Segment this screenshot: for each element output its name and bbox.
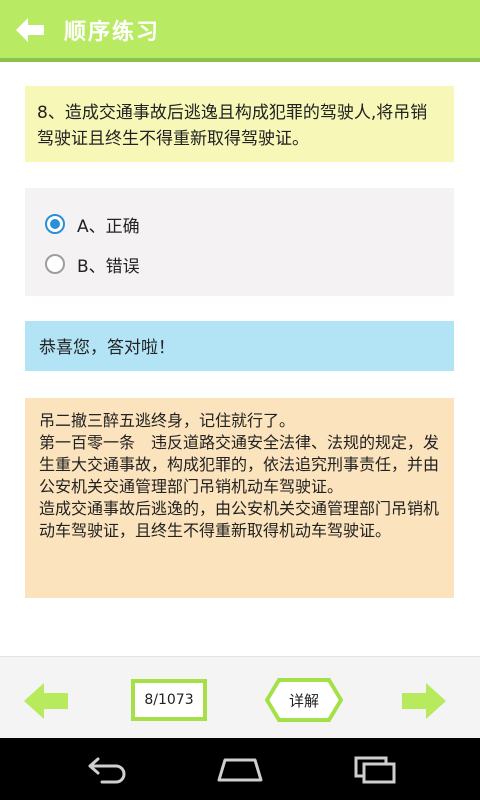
option-a-label: A、正确 bbox=[77, 216, 140, 237]
option-a[interactable]: A、正确 bbox=[45, 204, 434, 244]
back-arrow-icon bbox=[16, 18, 44, 42]
home-nav-icon[interactable] bbox=[215, 756, 265, 784]
options-card: A、正确 B、错误 bbox=[25, 188, 454, 296]
system-nav-bar bbox=[0, 738, 480, 800]
bottom-toolbar: 8/1073 详解 bbox=[0, 656, 480, 739]
explanation-line: 造成交通事故后逃逸的，由公安机关交通管理部门吊销机动车驾驶证，且终生不得重新取得… bbox=[39, 499, 440, 540]
top-bar: 顺序练习 bbox=[0, 0, 480, 62]
back-button[interactable] bbox=[8, 12, 52, 48]
arrow-right-icon bbox=[402, 683, 446, 719]
radio-unchecked-icon[interactable] bbox=[45, 254, 65, 274]
recent-apps-icon[interactable] bbox=[350, 756, 400, 784]
explanation-line: 第一百零一条 违反道路交通安全法律、法规的规定，发生重大交通事故，构成犯罪的，依… bbox=[39, 433, 440, 496]
result-card: 恭喜您，答对啦！ bbox=[25, 321, 454, 371]
question-text: 8、造成交通事故后逃逸且构成犯罪的驾驶人,将吊销驾驶证且终生不得重新取得驾驶证。 bbox=[37, 103, 428, 149]
back-nav-icon[interactable] bbox=[82, 756, 132, 784]
result-text: 恭喜您，答对啦！ bbox=[39, 338, 175, 358]
explanation-card: 吊二撤三醉五逃终身，记住就行了。 第一百零一条 违反道路交通安全法律、法规的规定… bbox=[25, 398, 454, 598]
explanation-line: 吊二撤三醉五逃终身，记住就行了。 bbox=[39, 411, 296, 430]
option-b[interactable]: B、错误 bbox=[45, 244, 434, 284]
detail-button[interactable]: 详解 bbox=[264, 677, 344, 723]
page-title: 顺序练习 bbox=[64, 20, 161, 45]
next-button[interactable] bbox=[400, 681, 448, 721]
detail-label: 详解 bbox=[288, 691, 319, 710]
page-indicator: 8/1073 bbox=[131, 679, 207, 721]
question-card: 8、造成交通事故后逃逸且构成犯罪的驾驶人,将吊销驾驶证且终生不得重新取得驾驶证。 bbox=[25, 86, 454, 162]
option-b-label: B、错误 bbox=[77, 256, 140, 277]
radio-checked-icon[interactable] bbox=[45, 214, 65, 234]
arrow-left-icon bbox=[24, 683, 68, 719]
prev-button[interactable] bbox=[22, 681, 70, 721]
